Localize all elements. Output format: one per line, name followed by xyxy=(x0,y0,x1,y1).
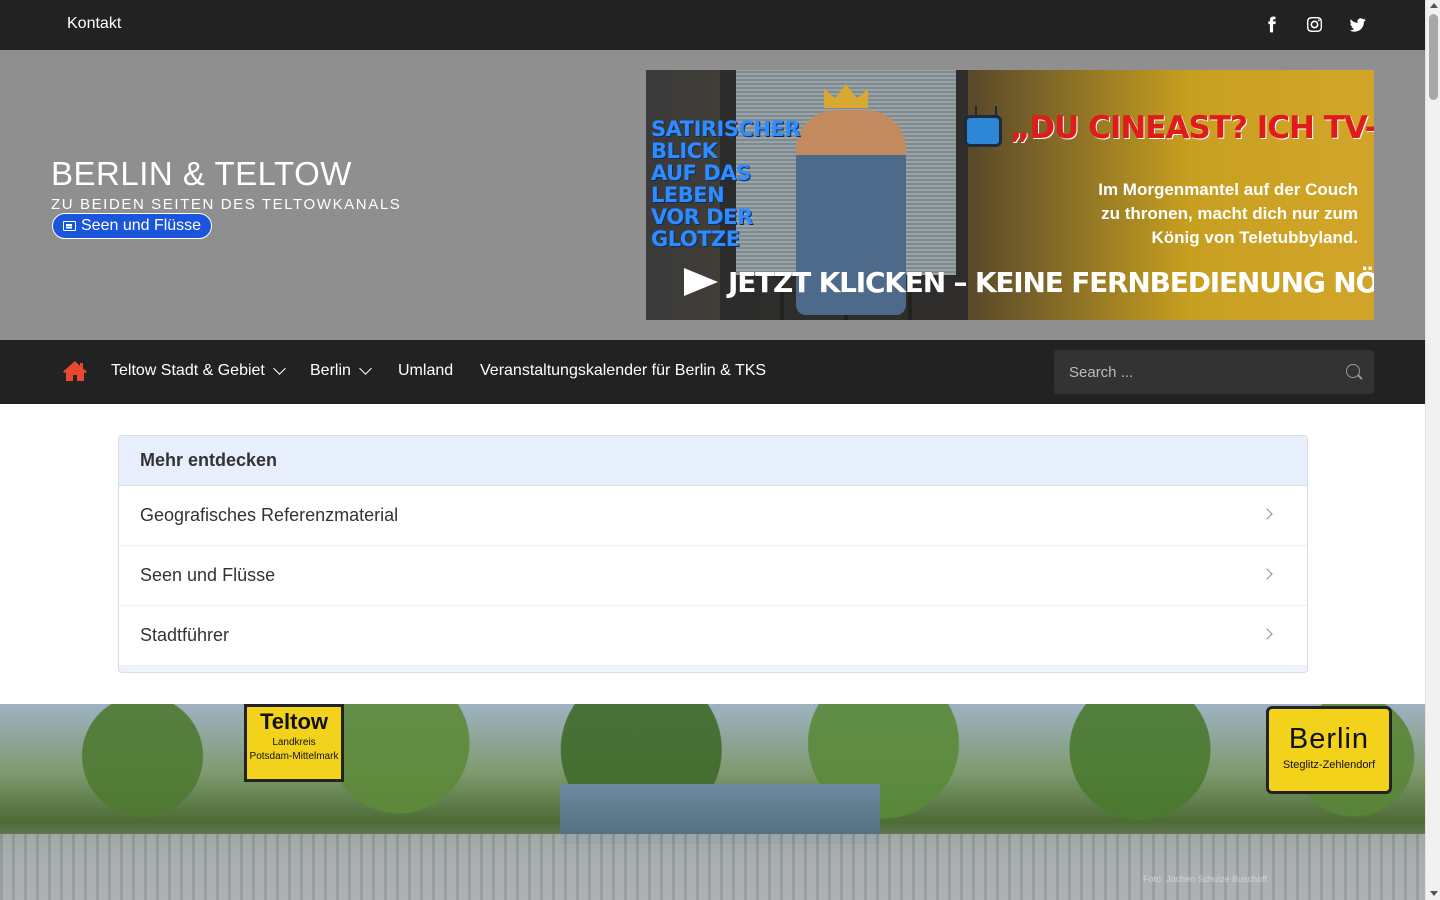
discover-item-stadtfuehrer[interactable]: Stadtführer xyxy=(119,606,1307,666)
town-sign-line: Landkreis xyxy=(272,737,316,748)
contact-link[interactable]: Kontakt xyxy=(67,15,121,33)
banner-cta: JETZT KLICKEN – KEINE FERNBEDIENUNG NÖTI… xyxy=(684,266,1374,299)
nav-item-label: Berlin xyxy=(310,362,351,379)
newspaper-icon xyxy=(63,221,76,231)
chevron-down-icon xyxy=(359,362,372,375)
category-badge[interactable]: Seen und Flüsse xyxy=(52,213,213,239)
town-sign-name: Berlin xyxy=(1288,723,1370,755)
banner-subtext-line: zu thronen, macht dich nur zum xyxy=(1101,204,1358,223)
nav-item-berlin[interactable]: Berlin xyxy=(310,362,372,380)
banner-subtext-line: Im Morgenmantel auf der Couch xyxy=(1098,180,1358,199)
search-input[interactable] xyxy=(1054,350,1334,394)
scrollbar-thumb[interactable] xyxy=(1429,14,1438,100)
search-box xyxy=(1054,350,1374,394)
chevron-down-icon xyxy=(272,362,286,375)
discover-footer xyxy=(119,666,1307,672)
discover-item-label: Stadtführer xyxy=(140,625,230,645)
site-title[interactable]: BERLIN & TELTOW xyxy=(51,155,352,193)
tv-icon xyxy=(964,115,1002,147)
arrow-right-icon xyxy=(684,268,718,296)
banner-left-text: Satirischer Blick auf das Leben vor der … xyxy=(651,117,801,251)
top-bar: Kontakt xyxy=(0,0,1425,50)
discover-item-label: Geografisches Referenzmaterial xyxy=(140,505,399,525)
chevron-right-icon xyxy=(1261,628,1273,640)
facebook-icon[interactable] xyxy=(1262,15,1281,34)
chevron-right-icon xyxy=(1261,568,1273,580)
twitter-icon[interactable] xyxy=(1348,15,1367,34)
hero-photo: Teltow Landkreis Potsdam-Mittelmark Berl… xyxy=(0,704,1425,900)
town-sign-berlin: Berlin Steglitz-Zehlendorf xyxy=(1266,706,1392,794)
town-sign-line: Potsdam-Mittelmark xyxy=(249,751,339,762)
discover-item-label: Seen und Flüsse xyxy=(140,565,276,585)
scroll-down-icon[interactable] xyxy=(1430,891,1438,896)
nav-item-label: Veranstaltungskalender für Berlin & TKS xyxy=(480,362,767,379)
instagram-icon[interactable] xyxy=(1305,15,1324,34)
town-sign-teltow: Teltow Landkreis Potsdam-Mittelmark xyxy=(244,704,344,782)
discover-item-geografisches-referenzmaterial[interactable]: Geografisches Referenzmaterial xyxy=(119,486,1307,546)
discover-item-seen-und-fluesse[interactable]: Seen und Flüsse xyxy=(119,546,1307,606)
page-scrollbar[interactable] xyxy=(1425,0,1440,900)
discover-title: Mehr entdecken xyxy=(119,436,1307,486)
discover-more-panel: Mehr entdecken Geografisches Referenzmat… xyxy=(118,435,1308,673)
nav-item-label: Teltow Stadt & Gebiet xyxy=(111,362,265,379)
site-tagline: ZU BEIDEN SEITEN DES TELTOWKANALS xyxy=(51,196,402,213)
nav-item-veranstaltungskalender[interactable]: Veranstaltungskalender für Berlin & TKS xyxy=(480,362,766,380)
hero-bridge-railing xyxy=(0,834,1425,900)
main-navigation: Teltow Stadt & Gebiet Berlin Umland Vera… xyxy=(0,340,1425,404)
banner-subtext: Im Morgenmantel auf der Couch zu thronen… xyxy=(1028,178,1358,250)
town-sign-district: Steglitz-Zehlendorf xyxy=(1282,759,1376,771)
scroll-up-icon[interactable] xyxy=(1430,3,1438,8)
social-links xyxy=(1262,15,1367,34)
banner-headline: „DU CINEAST? ICH TV-IST!“ xyxy=(1010,110,1374,146)
photo-credit: Foto: Jochen Schulze Buschoff xyxy=(1143,874,1267,884)
category-badge-label: Seen und Flüsse xyxy=(81,217,202,234)
chevron-right-icon xyxy=(1261,508,1273,520)
advertisement-banner[interactable]: Satirischer Blick auf das Leben vor der … xyxy=(646,70,1374,320)
nav-item-umland[interactable]: Umland xyxy=(398,362,453,380)
banner-subtext-line: König von Teletubbyland. xyxy=(1151,228,1358,247)
nav-item-teltow[interactable]: Teltow Stadt & Gebiet xyxy=(111,362,286,380)
home-icon[interactable] xyxy=(63,360,87,382)
nav-item-label: Umland xyxy=(398,362,454,379)
town-sign-name: Teltow xyxy=(259,709,329,734)
search-icon[interactable] xyxy=(1346,364,1360,378)
site-header: BERLIN & TELTOW ZU BEIDEN SEITEN DES TEL… xyxy=(0,50,1425,340)
banner-cta-label: JETZT KLICKEN – KEINE FERNBEDIENUNG NÖTI… xyxy=(728,266,1374,299)
